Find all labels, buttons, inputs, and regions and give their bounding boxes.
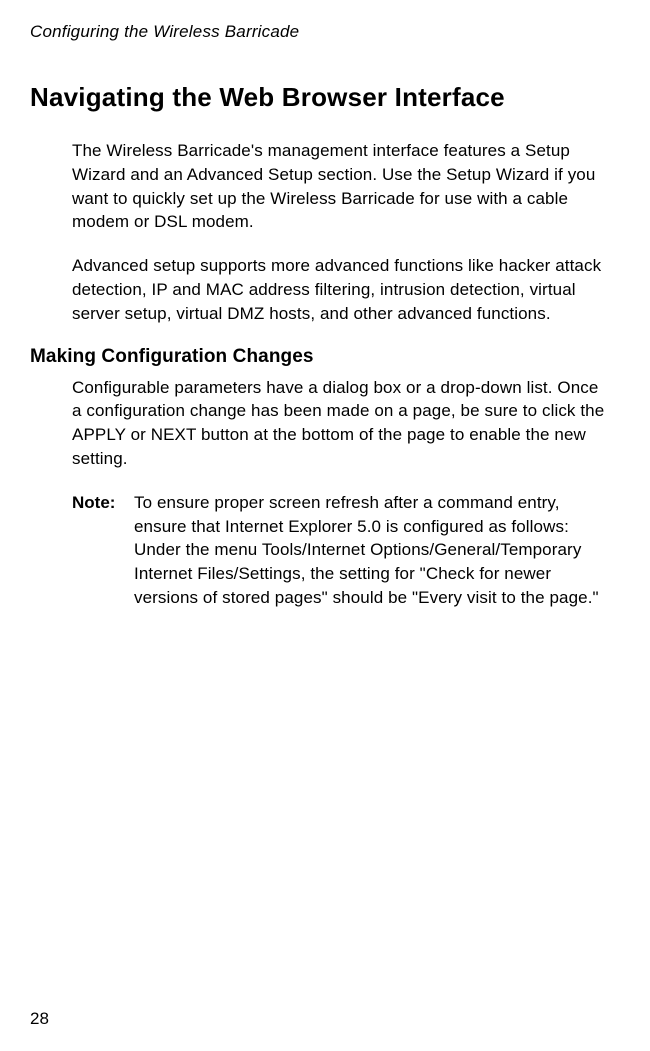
page-number: 28 bbox=[30, 1009, 49, 1029]
section-heading: Navigating the Web Browser Interface bbox=[30, 82, 620, 113]
section-paragraph-2: Advanced setup supports more advanced fu… bbox=[72, 254, 610, 325]
running-header: Configuring the Wireless Barricade bbox=[30, 22, 620, 42]
note-label: Note: bbox=[72, 491, 134, 610]
note-block: Note: To ensure proper screen refresh af… bbox=[72, 491, 610, 610]
subsection-paragraph-1: Configurable parameters have a dialog bo… bbox=[72, 376, 610, 471]
subsection-heading: Making Configuration Changes bbox=[30, 346, 620, 368]
note-body: To ensure proper screen refresh after a … bbox=[134, 491, 610, 610]
section-paragraph-1: The Wireless Barricade's management inte… bbox=[72, 139, 610, 234]
